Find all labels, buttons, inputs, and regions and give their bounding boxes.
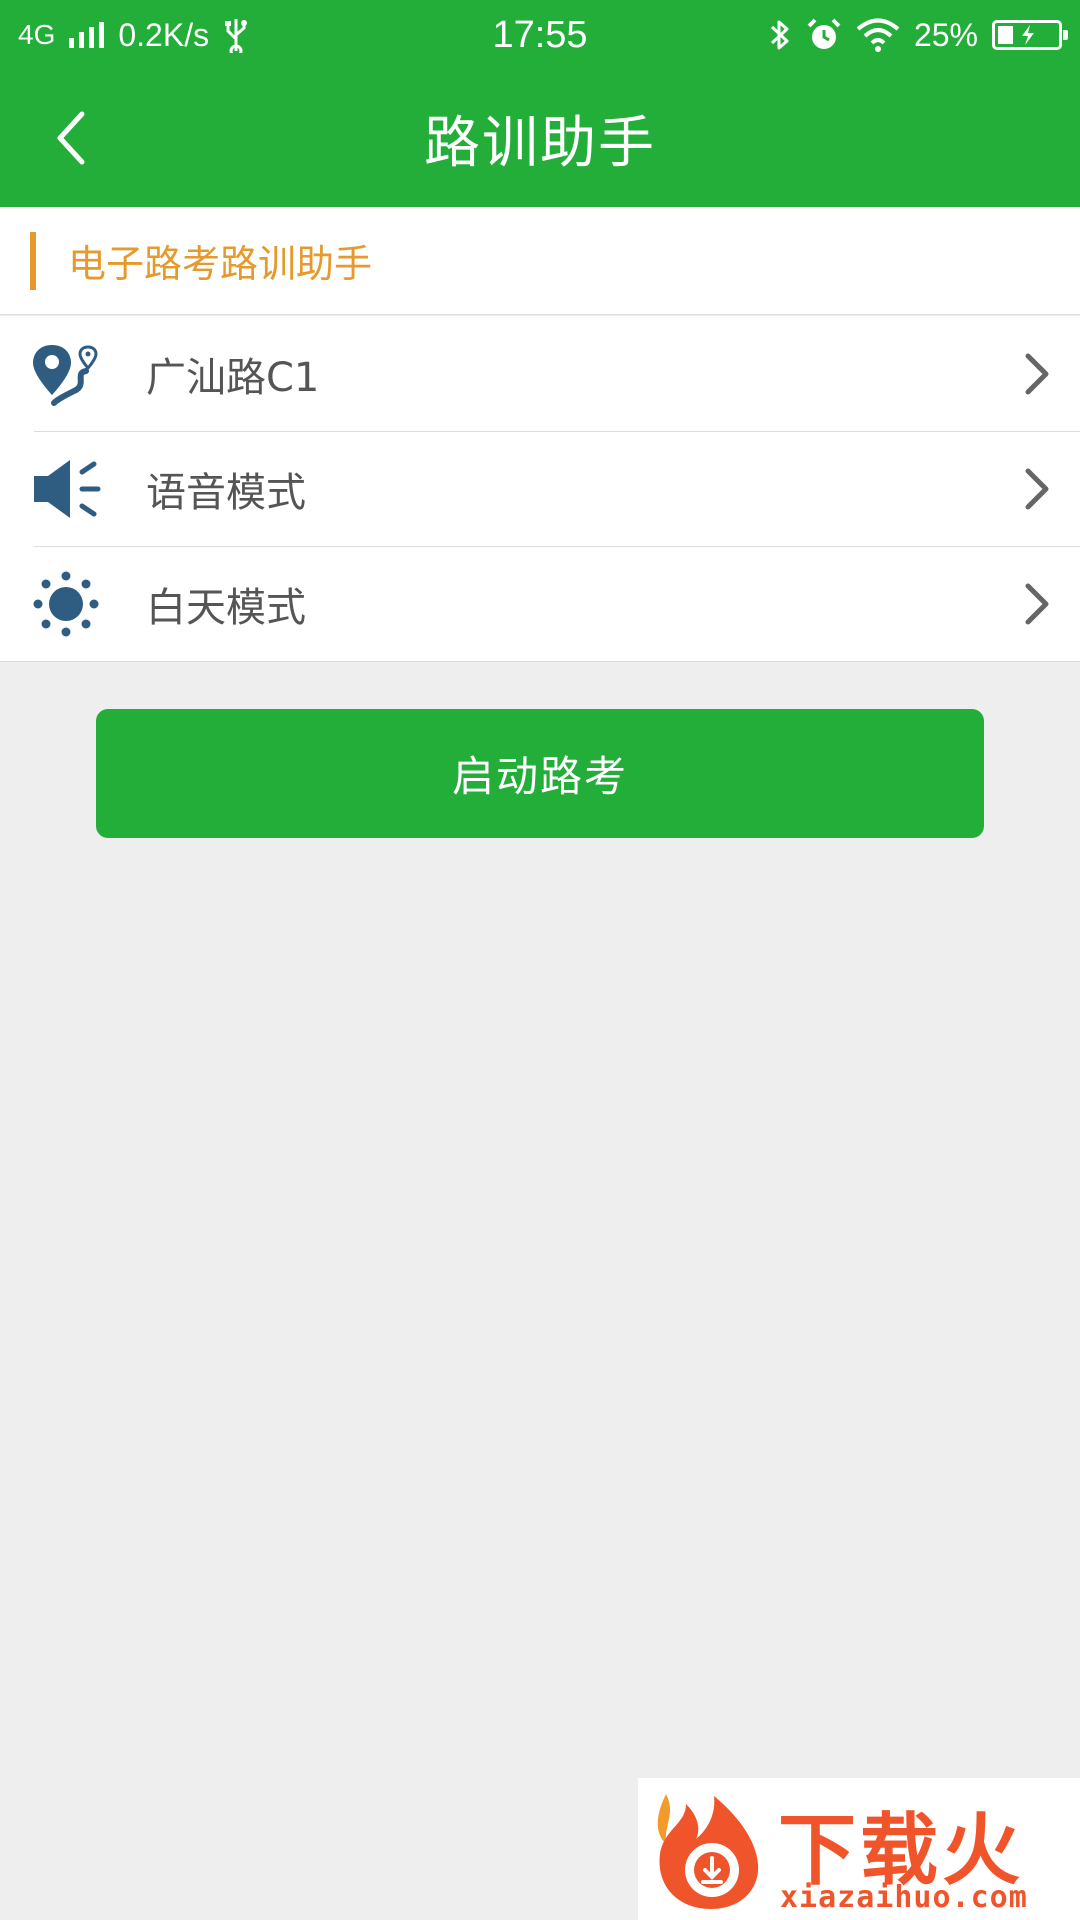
status-left: 4G 0.2K/s [18,17,249,54]
flame-logo-icon [657,1794,759,1909]
wifi-icon [856,18,900,52]
list-item-day-mode[interactable]: 白天模式 [0,546,1080,661]
watermark: 下载火 xiazaihuo.com [638,1778,1080,1920]
alarm-icon [807,18,841,49]
signal-icon [69,22,105,48]
start-road-test-button[interactable]: 启动路考 [96,709,984,838]
list-item-label: 广汕路C1 [146,354,320,401]
list-item-route[interactable]: 广汕路C1 [0,316,1080,431]
section-title: 电子路考路训助手 [68,242,373,286]
battery-percent: 25% [913,16,978,53]
status-right: 25% [768,16,1068,54]
chevron-right-icon [1025,583,1049,625]
status-bar: 4G 0.2K/s 17:55 25% [0,0,1080,70]
list-item-label: 语音模式 [146,469,306,516]
usb-icon [225,19,248,53]
page-title: 路训助手 [424,111,656,176]
list-item-label: 白天模式 [146,584,306,631]
back-button[interactable] [30,98,110,178]
battery-icon [992,20,1068,50]
sun-icon [30,571,102,637]
list-item-voice-mode[interactable]: 语音模式 [0,431,1080,546]
network-type: 4G [18,19,56,50]
route-pin-icon [30,341,102,407]
watermark-url: xiazaihuo.com [780,1880,1028,1915]
speaker-icon [30,456,102,522]
chevron-right-icon [1025,468,1049,510]
chevron-left-icon [57,111,85,165]
title-bar: 路训助手 [0,70,1080,207]
app-root: 4G 0.2K/s 17:55 25% 路训助手 电子路考路训助手 广汕路C1 … [0,0,1080,1920]
settings-list: 广汕路C1 语音模式 白天模式 [0,316,1080,662]
network-speed: 0.2K/s [118,16,210,53]
chevron-right-icon [1025,353,1049,395]
battery-level [998,26,1013,44]
bluetooth-icon [770,20,789,50]
section-header: 电子路考路训助手 [0,207,1080,315]
section-accent-bar [30,232,36,290]
